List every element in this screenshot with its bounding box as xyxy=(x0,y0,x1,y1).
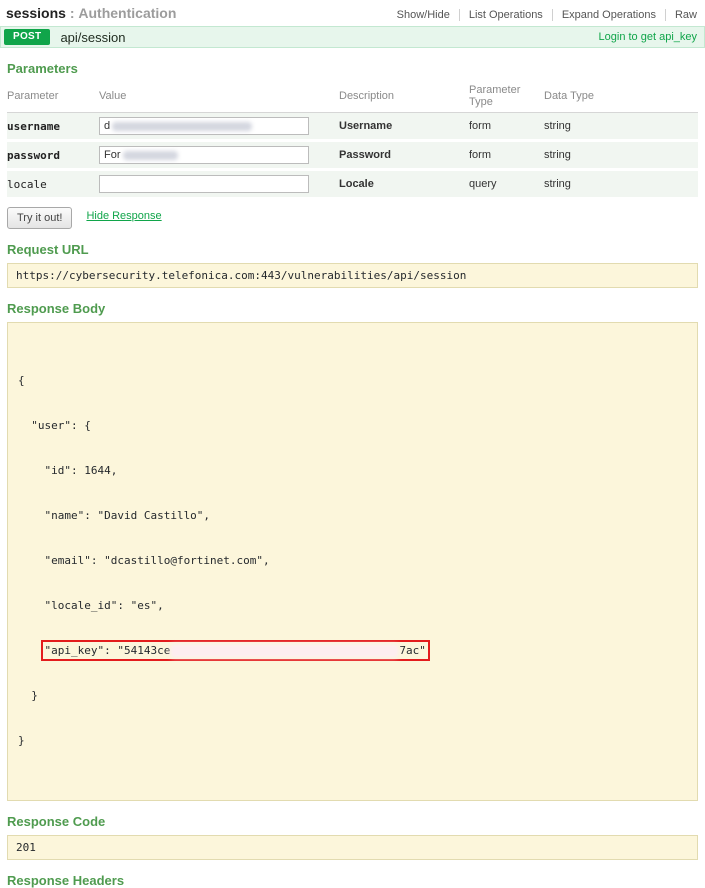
response-code-value: 201 xyxy=(7,835,698,860)
param-data-type: string xyxy=(544,141,698,170)
param-type: form xyxy=(469,113,544,141)
title-separator: : xyxy=(70,5,75,21)
request-url-heading: Request URL xyxy=(7,242,698,257)
login-api-key-link[interactable]: Login to get api_key xyxy=(599,31,697,43)
col-value: Value xyxy=(99,78,339,113)
json-indent xyxy=(18,644,45,657)
api-key-suffix: 7ac" xyxy=(399,644,426,657)
json-line: } xyxy=(18,688,687,703)
api-key-prefix: "api_key": "54143ce xyxy=(45,644,171,657)
locale-input[interactable] xyxy=(99,175,309,193)
resource-name: sessions xyxy=(6,5,66,21)
param-name: username xyxy=(7,113,99,141)
response-body-heading: Response Body xyxy=(7,301,698,316)
param-row-password: password For Password form string xyxy=(7,141,698,170)
json-line: "locale_id": "es", xyxy=(18,598,687,613)
username-input[interactable]: d xyxy=(99,117,309,135)
post-method-badge: POST xyxy=(4,29,50,45)
resource-actions: Show/Hide List Operations Expand Operati… xyxy=(388,9,699,21)
raw-link[interactable]: Raw xyxy=(665,9,699,21)
json-line: { xyxy=(18,373,687,388)
resource-description: Authentication xyxy=(78,5,176,21)
hide-response-link[interactable]: Hide Response xyxy=(86,210,161,222)
endpoint-bar[interactable]: POST api/session Login to get api_key xyxy=(0,26,705,48)
json-line: } xyxy=(18,733,687,748)
param-name: password xyxy=(7,141,99,170)
response-code-heading: Response Code xyxy=(7,814,698,829)
json-line: "user": { xyxy=(18,418,687,433)
param-row-username: username d Username form string xyxy=(7,113,698,141)
parameters-header-row: Parameter Value Description Parameter Ty… xyxy=(7,78,698,113)
parameters-table: Parameter Value Description Parameter Ty… xyxy=(7,78,698,200)
expand-operations-link[interactable]: Expand Operations xyxy=(552,9,665,21)
col-data-type: Data Type xyxy=(544,78,698,113)
password-value-text: For xyxy=(104,149,121,161)
api-key-line: "api_key": "54143ce 7ac" xyxy=(18,643,687,658)
redacted-api-key-value xyxy=(172,646,397,656)
endpoint-path[interactable]: api/session xyxy=(60,30,125,45)
col-parameter-type: Parameter Type xyxy=(469,78,544,113)
try-it-out-button[interactable]: Try it out! xyxy=(7,207,72,229)
resource-header: sessions : Authentication Show/Hide List… xyxy=(0,0,705,26)
json-line: "id": 1644, xyxy=(18,463,687,478)
param-type: form xyxy=(469,141,544,170)
request-url-value: https://cybersecurity.telefonica.com:443… xyxy=(7,263,698,288)
param-description: Username xyxy=(339,113,469,141)
param-data-type: string xyxy=(544,170,698,199)
redacted-password-value xyxy=(123,151,178,160)
col-description: Description xyxy=(339,78,469,113)
swagger-page: sessions : Authentication Show/Hide List… xyxy=(0,0,705,888)
api-key-redaction-box: "api_key": "54143ce 7ac" xyxy=(45,644,426,657)
param-name: locale xyxy=(7,170,99,199)
col-parameter: Parameter xyxy=(7,78,99,113)
operation-content: Parameters Parameter Value Description P… xyxy=(0,61,705,888)
json-line: "name": "David Castillo", xyxy=(18,508,687,523)
response-headers-heading: Response Headers xyxy=(7,873,698,888)
try-row: Try it out! Hide Response xyxy=(7,207,698,229)
param-description: Locale xyxy=(339,170,469,199)
username-value-text: d xyxy=(104,120,110,132)
redacted-username-value xyxy=(112,122,252,131)
param-type: query xyxy=(469,170,544,199)
parameters-heading: Parameters xyxy=(7,61,698,76)
param-description: Password xyxy=(339,141,469,170)
param-data-type: string xyxy=(544,113,698,141)
param-row-locale: locale Locale query string xyxy=(7,170,698,199)
json-line: "email": "dcastillo@fortinet.com", xyxy=(18,553,687,568)
response-body-json: { "user": { "id": 1644, "name": "David C… xyxy=(7,322,698,801)
list-operations-link[interactable]: List Operations xyxy=(459,9,552,21)
show-hide-link[interactable]: Show/Hide xyxy=(388,9,459,21)
password-input[interactable]: For xyxy=(99,146,309,164)
page-title: sessions : Authentication xyxy=(6,5,176,21)
